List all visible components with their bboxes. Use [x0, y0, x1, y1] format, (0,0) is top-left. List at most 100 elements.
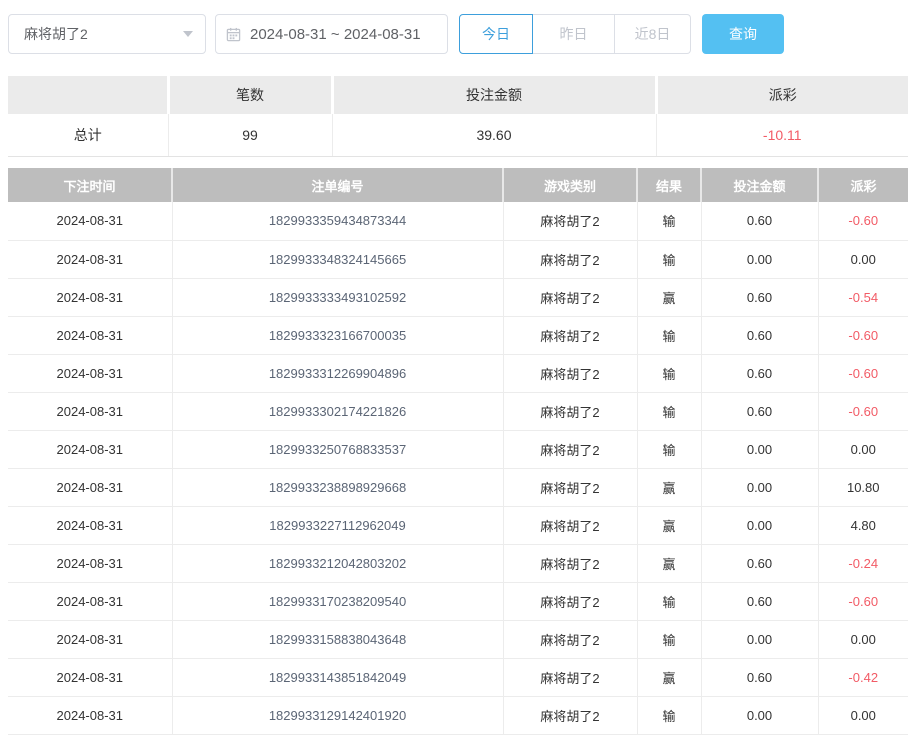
game-type-cell: 麻将胡了2: [503, 354, 637, 392]
bet-amount-cell: 0.00: [701, 240, 818, 278]
payout-cell: 0.00: [818, 240, 908, 278]
bet-time-cell: 2024-08-31: [8, 392, 172, 430]
table-row: 2024-08-311829933158838043648麻将胡了2输0.000…: [8, 620, 908, 658]
summary-table: 笔数 投注金额 派彩 总计 99 39.60 -10.11: [8, 76, 908, 157]
header-result: 结果: [637, 168, 701, 202]
bet-id-cell: 1829933359434873344: [172, 202, 503, 240]
today-button[interactable]: 今日: [459, 14, 533, 54]
payout-cell: 4.80: [818, 506, 908, 544]
game-type-cell: 麻将胡了2: [503, 468, 637, 506]
bet-id-cell: 1829933227112962049: [172, 506, 503, 544]
result-cell: 输: [637, 582, 701, 620]
bet-amount-cell: 0.60: [701, 582, 818, 620]
summary-header-count: 笔数: [168, 76, 332, 114]
bet-time-cell: 2024-08-31: [8, 278, 172, 316]
payout-cell: -0.60: [818, 582, 908, 620]
result-cell: 输: [637, 430, 701, 468]
payout-cell: -0.42: [818, 658, 908, 696]
table-row: 2024-08-311829933129142401920麻将胡了2输0.000…: [8, 696, 908, 734]
bet-id-cell: 1829933348324145665: [172, 240, 503, 278]
records-header-row: 下注时间 注单编号 游戏类别 结果 投注金额 派彩: [8, 168, 908, 202]
result-cell: 赢: [637, 544, 701, 582]
payout-cell: 0.00: [818, 430, 908, 468]
payout-cell: 10.80: [818, 468, 908, 506]
summary-header-payout: 派彩: [656, 76, 908, 114]
result-cell: 输: [637, 392, 701, 430]
payout-cell: -0.54: [818, 278, 908, 316]
summary-total-label: 总计: [8, 114, 168, 156]
payout-cell: 0.00: [818, 620, 908, 658]
yesterday-button[interactable]: 昨日: [533, 14, 615, 54]
bet-amount-cell: 0.60: [701, 392, 818, 430]
result-cell: 输: [637, 202, 701, 240]
game-type-cell: 麻将胡了2: [503, 658, 637, 696]
result-cell: 输: [637, 240, 701, 278]
bet-amount-cell: 0.60: [701, 316, 818, 354]
bet-time-cell: 2024-08-31: [8, 582, 172, 620]
table-row: 2024-08-311829933227112962049麻将胡了2赢0.004…: [8, 506, 908, 544]
result-cell: 输: [637, 620, 701, 658]
chevron-down-icon: [183, 31, 193, 37]
result-cell: 输: [637, 316, 701, 354]
bet-time-cell: 2024-08-31: [8, 202, 172, 240]
bet-time-cell: 2024-08-31: [8, 468, 172, 506]
table-row: 2024-08-311829933212042803202麻将胡了2赢0.60-…: [8, 544, 908, 582]
game-type-cell: 麻将胡了2: [503, 620, 637, 658]
game-type-cell: 麻将胡了2: [503, 240, 637, 278]
table-row: 2024-08-311829933323166700035麻将胡了2输0.60-…: [8, 316, 908, 354]
bet-time-cell: 2024-08-31: [8, 544, 172, 582]
records-tbody: 2024-08-311829933359434873344麻将胡了2输0.60-…: [8, 202, 908, 734]
game-type-cell: 麻将胡了2: [503, 430, 637, 468]
bet-id-cell: 1829933302174221826: [172, 392, 503, 430]
bet-id-cell: 1829933250768833537: [172, 430, 503, 468]
bet-amount-cell: 0.00: [701, 468, 818, 506]
bet-id-cell: 1829933212042803202: [172, 544, 503, 582]
header-bet-time: 下注时间: [8, 168, 172, 202]
bet-amount-cell: 0.60: [701, 658, 818, 696]
game-type-cell: 麻将胡了2: [503, 278, 637, 316]
bet-amount-cell: 0.00: [701, 506, 818, 544]
date-range-input[interactable]: 2024-08-31 ~ 2024-08-31: [215, 14, 448, 54]
bet-amount-cell: 0.00: [701, 620, 818, 658]
bet-amount-cell: 0.00: [701, 696, 818, 734]
result-cell: 输: [637, 354, 701, 392]
table-row: 2024-08-311829933359434873344麻将胡了2输0.60-…: [8, 202, 908, 240]
table-row: 2024-08-311829933302174221826麻将胡了2输0.60-…: [8, 392, 908, 430]
result-cell: 输: [637, 696, 701, 734]
game-select[interactable]: 麻将胡了2: [8, 14, 206, 54]
result-cell: 赢: [637, 506, 701, 544]
game-type-cell: 麻将胡了2: [503, 202, 637, 240]
payout-cell: -0.60: [818, 354, 908, 392]
calendar-icon: [226, 27, 241, 42]
header-game-type: 游戏类别: [503, 168, 637, 202]
bet-id-cell: 1829933323166700035: [172, 316, 503, 354]
summary-total-payout: -10.11: [656, 114, 908, 156]
bet-time-cell: 2024-08-31: [8, 506, 172, 544]
table-row: 2024-08-311829933250768833537麻将胡了2输0.000…: [8, 430, 908, 468]
bet-time-cell: 2024-08-31: [8, 354, 172, 392]
query-button[interactable]: 查询: [702, 14, 784, 54]
game-type-cell: 麻将胡了2: [503, 316, 637, 354]
quick-range-group: 今日 昨日 近8日: [459, 14, 691, 54]
bet-time-cell: 2024-08-31: [8, 696, 172, 734]
table-row: 2024-08-311829933333493102592麻将胡了2赢0.60-…: [8, 278, 908, 316]
table-row: 2024-08-311829933170238209540麻将胡了2输0.60-…: [8, 582, 908, 620]
game-type-cell: 麻将胡了2: [503, 506, 637, 544]
bet-time-cell: 2024-08-31: [8, 620, 172, 658]
game-type-cell: 麻将胡了2: [503, 392, 637, 430]
bet-amount-cell: 0.00: [701, 430, 818, 468]
bet-amount-cell: 0.60: [701, 278, 818, 316]
payout-cell: -0.24: [818, 544, 908, 582]
last-8-days-button[interactable]: 近8日: [615, 14, 691, 54]
payout-cell: -0.60: [818, 392, 908, 430]
table-row: 2024-08-311829933143851842049麻将胡了2赢0.60-…: [8, 658, 908, 696]
summary-header-row: 笔数 投注金额 派彩: [8, 76, 908, 114]
game-type-cell: 麻将胡了2: [503, 582, 637, 620]
summary-header-blank: [8, 76, 168, 114]
records-table: 下注时间 注单编号 游戏类别 结果 投注金额 派彩 2024-08-311829…: [8, 168, 908, 735]
bet-amount-cell: 0.60: [701, 354, 818, 392]
header-bet-amount: 投注金额: [701, 168, 818, 202]
header-bet-id: 注单编号: [172, 168, 503, 202]
summary-total-row: 总计 99 39.60 -10.11: [8, 114, 908, 156]
table-row: 2024-08-311829933312269904896麻将胡了2输0.60-…: [8, 354, 908, 392]
